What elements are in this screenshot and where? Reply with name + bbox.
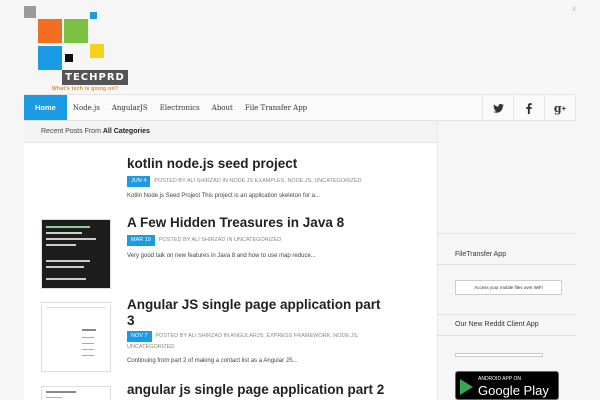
post-title[interactable]: angular js single page application part … — [127, 382, 384, 398]
post-date-badge: NOV 7 — [127, 331, 152, 342]
posts-column: Recent Posts From All Categories kotlin … — [24, 121, 438, 400]
recent-posts-category[interactable]: All Categories — [103, 128, 150, 135]
site-logo[interactable]: TECHPRD What's tech is going on? — [24, 6, 132, 92]
close-icon[interactable]: x — [572, 4, 576, 13]
post-date-badge: MAR 19 — [127, 235, 155, 246]
sidebar-divider — [438, 233, 576, 234]
post-meta: NOV 7 POSTED BY ALI SHIRZAD IN ANGULARJS,… — [127, 331, 359, 352]
logo-square-blue — [38, 46, 62, 70]
post-title[interactable]: Angular JS single page application part … — [127, 297, 381, 329]
post-title-line2: 3 — [127, 313, 135, 328]
twitter-icon[interactable] — [483, 95, 514, 122]
logo-square-gray — [24, 6, 36, 18]
google-plus-icon[interactable]: g + — [545, 95, 576, 122]
post-date-badge: JUN 4 — [127, 176, 151, 187]
nav-about[interactable]: About — [206, 95, 239, 120]
post-title[interactable]: A Few Hidden Treasures in Java 8 — [127, 215, 344, 231]
reddit-widget-title: Our New Reddit Client App — [455, 321, 539, 328]
recent-posts-prefix: Recent Posts From — [41, 128, 103, 135]
sidebar-divider — [438, 335, 576, 336]
post-meta: MAR 19 POSTED BY ALI SHIRZAD IN UNCATEGOR… — [127, 235, 281, 246]
post-excerpt: Very good talk on new features in Java 8… — [127, 253, 316, 259]
nav-home[interactable]: Home — [24, 95, 67, 120]
social-links: g + — [482, 95, 576, 122]
post-meta-text: POSTED BY ALI SHIRZAD IN UNCATEGORIZED — [158, 237, 282, 243]
sidebar: FileTransfer App Access your mobile file… — [438, 121, 576, 400]
post-excerpt: Continuing from part 2 of making a conta… — [127, 358, 298, 364]
post-excerpt: Kotlin Node.js Seed Project This project… — [127, 193, 320, 199]
post-meta-text: POSTED BY ALI SHIRZAD IN NODE JS EXAMPLE… — [154, 178, 362, 184]
main-nav: Home Node.js AngularJS Electronics About… — [24, 94, 576, 122]
post-meta-text-2: UNCATEGORIZED — [127, 344, 175, 350]
post-meta: JUN 4 POSTED BY ALI SHIRZAD IN NODE JS EX… — [127, 176, 362, 187]
google-play-icon — [460, 379, 473, 395]
recent-posts-header: Recent Posts From All Categories — [24, 121, 437, 143]
logo-square-green — [64, 19, 88, 43]
nav-nodejs[interactable]: Node.js — [67, 95, 106, 120]
post-title-line1: Angular JS single page application part — [127, 297, 381, 312]
post-meta-text: POSTED BY ALI SHIRZAD IN ANGULARJS, EXPR… — [155, 333, 359, 339]
google-play-big-text: Google Play — [478, 383, 549, 398]
logo-square-small-blue — [90, 12, 97, 19]
sidebar-divider — [438, 264, 576, 265]
post-thumbnail[interactable] — [41, 386, 111, 400]
logo-tagline: What's tech is going on? — [52, 86, 119, 92]
nav-file-transfer-app[interactable]: File Transfer App — [239, 95, 313, 120]
post-thumbnail[interactable] — [41, 302, 111, 372]
file-transfer-widget-title: FileTransfer App — [455, 251, 507, 258]
reddit-banner[interactable] — [455, 353, 543, 357]
logo-square-yellow — [90, 44, 104, 58]
sidebar-divider — [438, 314, 576, 315]
file-transfer-banner[interactable]: Access your mobile files over WiFi — [455, 280, 562, 295]
google-play-small-text: ANDROID APP ON — [478, 376, 521, 382]
nav-angularjs[interactable]: AngularJS — [106, 95, 154, 120]
logo-square-black — [65, 54, 73, 62]
google-play-badge[interactable]: ANDROID APP ON Google Play — [455, 371, 559, 400]
post-title[interactable]: kotlin node.js seed project — [127, 156, 297, 172]
logo-square-orange — [38, 19, 62, 43]
logo-text: TECHPRD — [62, 70, 128, 85]
nav-electronics[interactable]: Electronics — [154, 95, 206, 120]
facebook-icon[interactable] — [514, 95, 545, 122]
post-thumbnail[interactable] — [41, 219, 111, 289]
